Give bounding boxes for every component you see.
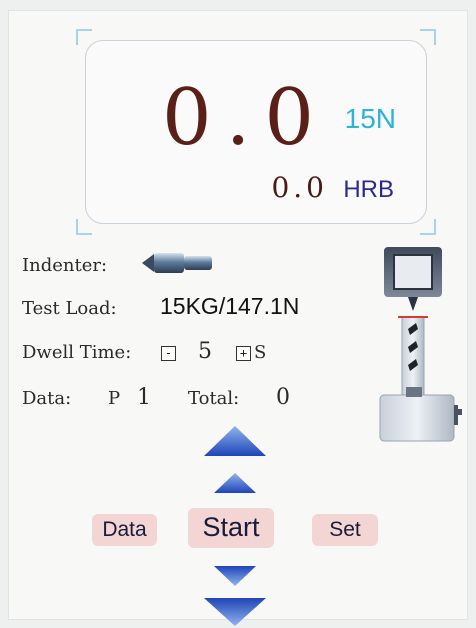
load-reading: 0.0 <box>161 73 328 163</box>
arrow-up-small-icon[interactable] <box>213 472 257 494</box>
data-label: Data: <box>22 388 72 409</box>
dwell-time-unit: S <box>254 342 267 363</box>
arrow-down-large-icon[interactable] <box>202 597 268 627</box>
dwell-increase-button[interactable]: + <box>236 346 251 361</box>
display-corner-marker <box>76 219 92 235</box>
dwell-time-label: Dwell Time: <box>22 342 132 363</box>
reading-display: 0.0 15N 0.0 HRB <box>76 29 436 235</box>
hardness-tester-icon <box>379 247 462 442</box>
arrow-up-large-icon[interactable] <box>202 424 268 458</box>
total-value: 0 <box>276 385 290 410</box>
display-corner-marker <box>420 29 436 45</box>
display-corner-marker <box>76 29 92 45</box>
start-button[interactable]: Start <box>188 508 274 548</box>
data-button[interactable]: Data <box>92 514 157 546</box>
set-button[interactable]: Set <box>312 514 378 546</box>
dwell-decrease-button[interactable]: - <box>161 346 176 361</box>
ball-indenter-icon[interactable] <box>140 250 216 276</box>
total-label: Total: <box>188 388 240 409</box>
test-load-value[interactable]: 15KG/147.1N <box>160 293 299 320</box>
test-load-label: Test Load: <box>22 298 117 319</box>
data-p-label: P <box>108 388 121 409</box>
dwell-time-value: 5 <box>198 339 212 364</box>
load-unit: 15N <box>344 103 396 134</box>
hardness-scale: HRB <box>343 176 394 203</box>
arrow-down-small-icon[interactable] <box>213 565 257 587</box>
data-index: 1 <box>137 385 151 410</box>
indenter-label: Indenter: <box>22 255 108 276</box>
display-corner-marker <box>420 219 436 235</box>
hardness-reading: 0.0 <box>271 171 328 204</box>
